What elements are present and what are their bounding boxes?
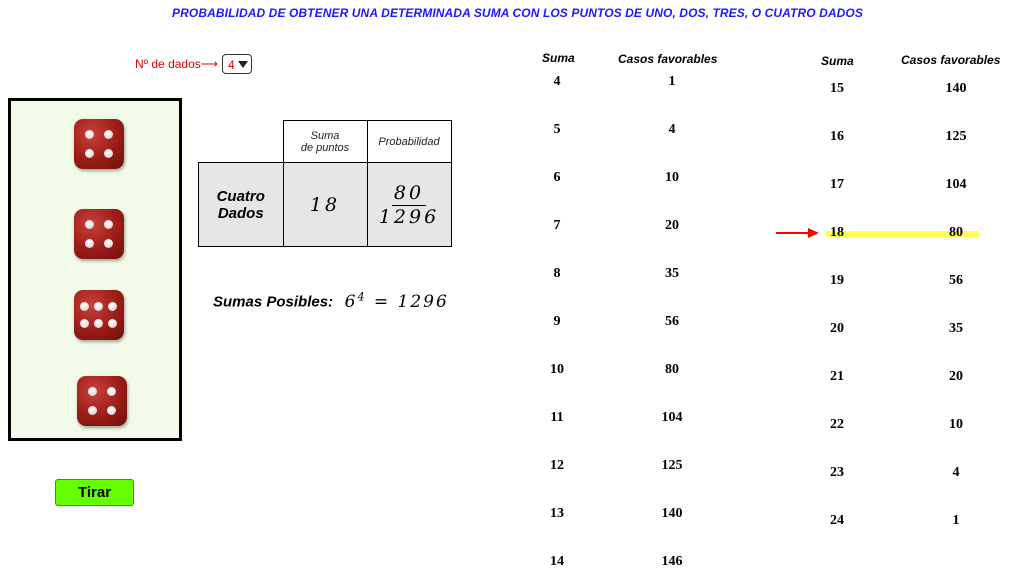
sum-cell: 18 bbox=[830, 225, 844, 240]
probability-denominator: 1296 bbox=[378, 205, 440, 228]
row-label: Cuatro Dados bbox=[198, 162, 284, 247]
cases-cell: 80 bbox=[665, 362, 679, 377]
sum-cell: 21 bbox=[830, 369, 844, 384]
cases-cell: 10 bbox=[949, 417, 963, 432]
sum-cell: 15 bbox=[830, 81, 844, 96]
sum-cell: 4 bbox=[553, 74, 561, 89]
dropdown-arrow-icon[interactable] bbox=[238, 61, 248, 68]
cases-cell: 20 bbox=[949, 369, 963, 384]
probability-numerator: 80 bbox=[391, 181, 427, 206]
cases-cell: 140 bbox=[661, 506, 683, 521]
cases-cell: 35 bbox=[949, 321, 963, 336]
probability-fraction: 80 1296 bbox=[366, 162, 452, 247]
possible-sums-label: Sumas Posibles: bbox=[213, 293, 334, 311]
possible-sums: Sumas Posibles: 64 = 1296 bbox=[213, 290, 449, 312]
sum-cell: 9 bbox=[553, 314, 561, 329]
cases-cell: 10 bbox=[665, 170, 679, 185]
sum-cell: 16 bbox=[830, 129, 844, 144]
dice-count-label: Nº de dados⟶ bbox=[135, 57, 218, 71]
cases-cell: 104 bbox=[661, 410, 683, 425]
cases-cell: 140 bbox=[945, 81, 967, 96]
cases-cell: 20 bbox=[665, 218, 679, 233]
die-four-icon bbox=[77, 376, 127, 426]
left-sum-header: Suma bbox=[542, 51, 575, 65]
die-four-icon bbox=[74, 209, 124, 259]
cases-cell: 1 bbox=[668, 74, 676, 89]
sum-cell: 6 bbox=[553, 170, 561, 185]
right-sum-header: Suma bbox=[821, 54, 854, 68]
sum-cell: 7 bbox=[553, 218, 561, 233]
dice-count-select[interactable]: 4 bbox=[222, 54, 252, 74]
cases-cell: 4 bbox=[952, 465, 960, 480]
dice-count-value: 4 bbox=[228, 58, 235, 72]
cases-cell: 35 bbox=[665, 266, 679, 281]
possible-sums-exponent: 4 bbox=[357, 290, 367, 303]
possible-sums-base: 6 bbox=[344, 291, 358, 312]
sum-cell: 19 bbox=[830, 273, 844, 288]
sum-cell: 10 bbox=[550, 362, 564, 377]
cases-cell: 56 bbox=[665, 314, 679, 329]
sum-cell: 5 bbox=[553, 122, 561, 137]
sum-cell: 8 bbox=[553, 266, 561, 281]
cases-cell: 104 bbox=[945, 177, 967, 192]
cases-cell: 125 bbox=[661, 458, 683, 473]
possible-sums-equals: = bbox=[373, 291, 391, 312]
possible-sums-result: 1296 bbox=[397, 291, 449, 312]
die-four-icon bbox=[74, 119, 124, 169]
sum-cell: 14 bbox=[550, 554, 564, 569]
cases-cell: 80 bbox=[949, 225, 963, 240]
cases-cell: 56 bbox=[949, 273, 963, 288]
arrow-head-icon bbox=[808, 228, 819, 238]
sum-header: Suma de puntos bbox=[282, 120, 368, 163]
sum-cell: 17 bbox=[830, 177, 844, 192]
sum-cell: 20 bbox=[830, 321, 844, 336]
die-six-icon bbox=[74, 290, 124, 340]
cases-cell: 146 bbox=[661, 554, 683, 569]
cases-cell: 4 bbox=[668, 122, 676, 137]
cases-cell: 1 bbox=[952, 513, 960, 528]
page-title: PROBABILIDAD DE OBTENER UNA DETERMINADA … bbox=[172, 6, 863, 20]
sum-cell: 12 bbox=[550, 458, 564, 473]
cases-cell: 125 bbox=[945, 129, 967, 144]
left-cases-header: Casos favorables bbox=[618, 52, 718, 66]
sum-cell: 23 bbox=[830, 465, 844, 480]
sum-cell: 22 bbox=[830, 417, 844, 432]
right-cases-header: Casos favorables bbox=[901, 53, 1001, 67]
arrow-icon bbox=[776, 232, 812, 234]
roll-button[interactable]: Tirar bbox=[55, 479, 134, 506]
sum-cell: 13 bbox=[550, 506, 564, 521]
probability-table: Suma de puntos Probabilidad Cuatro Dados… bbox=[198, 120, 452, 247]
dice-panel bbox=[8, 98, 182, 441]
sum-value: 18 bbox=[282, 162, 368, 247]
sum-cell: 24 bbox=[830, 513, 844, 528]
sum-cell: 11 bbox=[550, 410, 564, 425]
probability-header: Probabilidad bbox=[366, 120, 452, 163]
